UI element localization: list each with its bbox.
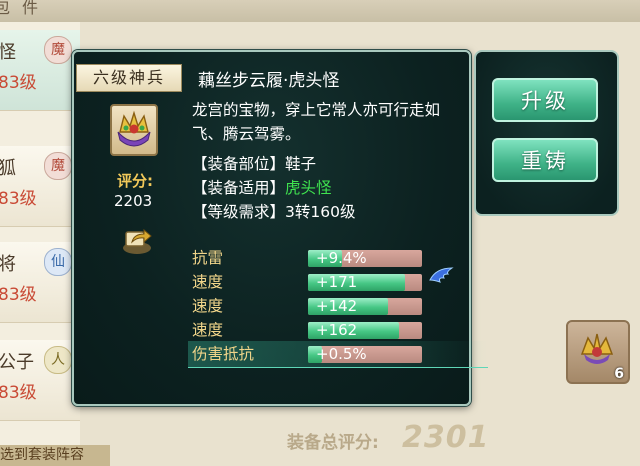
top-tab[interactable]: 件 — [22, 0, 38, 18]
info-value: 虎头怪 — [285, 179, 332, 197]
info-label: 【装备部位】 — [192, 155, 286, 173]
attribute-value: +9.4% — [316, 249, 367, 267]
wing-badge-icon — [429, 267, 454, 283]
item-tooltip: 六级神兵 藕丝步云履·虎头怪 评分: 2203 龙宫的宝物，穿上它常人亦可行走如… — [72, 50, 488, 406]
list-item[interactable]: 将 仙 83级 — [0, 242, 80, 323]
score-label: 评分: — [117, 172, 153, 190]
faction-badge: 仙 — [44, 248, 72, 276]
tier-label: 六级神兵 — [76, 64, 182, 92]
action-panel: 升级 重铸 — [474, 50, 619, 216]
attribute-label: 速度 — [192, 321, 224, 339]
info-applicable-row: 【装备适用】虎头怪 — [192, 176, 332, 198]
attribute-label: 速度 — [192, 297, 224, 315]
list-item-name: 将 — [0, 254, 16, 275]
item-description: 龙宫的宝物，穿上它常人亦可行走如飞、腾云驾雾。 — [192, 101, 441, 143]
attribute-label: 抗雷 — [192, 249, 224, 267]
attribute-row: 抗雷 +9.4% — [192, 248, 432, 268]
faction-badge: 魔 — [44, 152, 72, 180]
info-value: 鞋子 — [285, 155, 317, 173]
list-item-level: 83级 — [0, 285, 37, 305]
boots-icon — [117, 110, 151, 147]
attribute-label: 伤害抵抗 — [192, 345, 255, 363]
info-label: 【装备适用】 — [192, 179, 286, 197]
attribute-row: 速度 +142 — [192, 296, 432, 316]
info-value: 3转160级 — [285, 203, 356, 221]
total-score-value: 2301 — [402, 420, 490, 455]
lineup-button[interactable]: 选到套装阵容 — [0, 445, 110, 466]
attribute-value: +171 — [316, 273, 358, 291]
list-item[interactable]: 公子 人 83级 — [0, 340, 80, 421]
character-list: 怪 魔 83级 狐 魔 83级 将 仙 83级 公子 人 83级 — [0, 22, 80, 466]
info-label: 【等级需求】 — [192, 203, 286, 221]
attribute-bar: +162 — [308, 322, 422, 339]
list-item-name: 狐 — [0, 158, 16, 179]
list-item-level: 83级 — [0, 383, 37, 403]
slot-count: 6 — [614, 366, 624, 382]
list-item-name: 怪 — [0, 42, 16, 63]
equipment-slot[interactable]: 6 — [566, 320, 630, 384]
attribute-label: 速度 — [192, 273, 224, 291]
share-icon[interactable] — [120, 222, 154, 256]
helmet-icon — [580, 333, 614, 364]
attribute-bar: +171 — [308, 274, 422, 291]
attribute-value: +142 — [316, 297, 358, 315]
attribute-row: 速度 +162 — [192, 320, 432, 340]
item-icon-frame — [110, 104, 158, 156]
list-item-level: 83级 — [0, 73, 37, 93]
info-level-row: 【等级需求】3转160级 — [192, 200, 355, 222]
score-value: 2203 — [114, 192, 153, 210]
list-item[interactable]: 怪 魔 83级 — [0, 30, 80, 111]
total-score-label: 装备总评分: — [287, 433, 379, 453]
recast-button[interactable]: 重铸 — [492, 138, 598, 182]
attribute-row-highlighted: 伤害抵抗 +0.5% — [188, 341, 488, 368]
attribute-bar: +0.5% — [308, 346, 422, 363]
list-item[interactable]: 狐 魔 83级 — [0, 146, 80, 227]
attribute-bar: +142 — [308, 298, 422, 315]
attribute-value: +162 — [316, 321, 358, 339]
top-tab[interactable]: 包 — [0, 0, 10, 18]
item-name: 藕丝步云履·虎头怪 — [198, 71, 340, 91]
list-item-level: 83级 — [0, 189, 37, 209]
upgrade-button[interactable]: 升级 — [492, 78, 598, 122]
list-item-name: 公子 — [0, 352, 34, 373]
top-tab-bar: 包 件 — [0, 0, 640, 22]
faction-badge: 魔 — [44, 36, 72, 64]
info-slot-row: 【装备部位】鞋子 — [192, 152, 316, 174]
attribute-value: +0.5% — [316, 345, 367, 363]
attribute-bar: +9.4% — [308, 250, 422, 267]
faction-badge: 人 — [44, 346, 72, 374]
attribute-row: 速度 +171 — [192, 272, 432, 292]
